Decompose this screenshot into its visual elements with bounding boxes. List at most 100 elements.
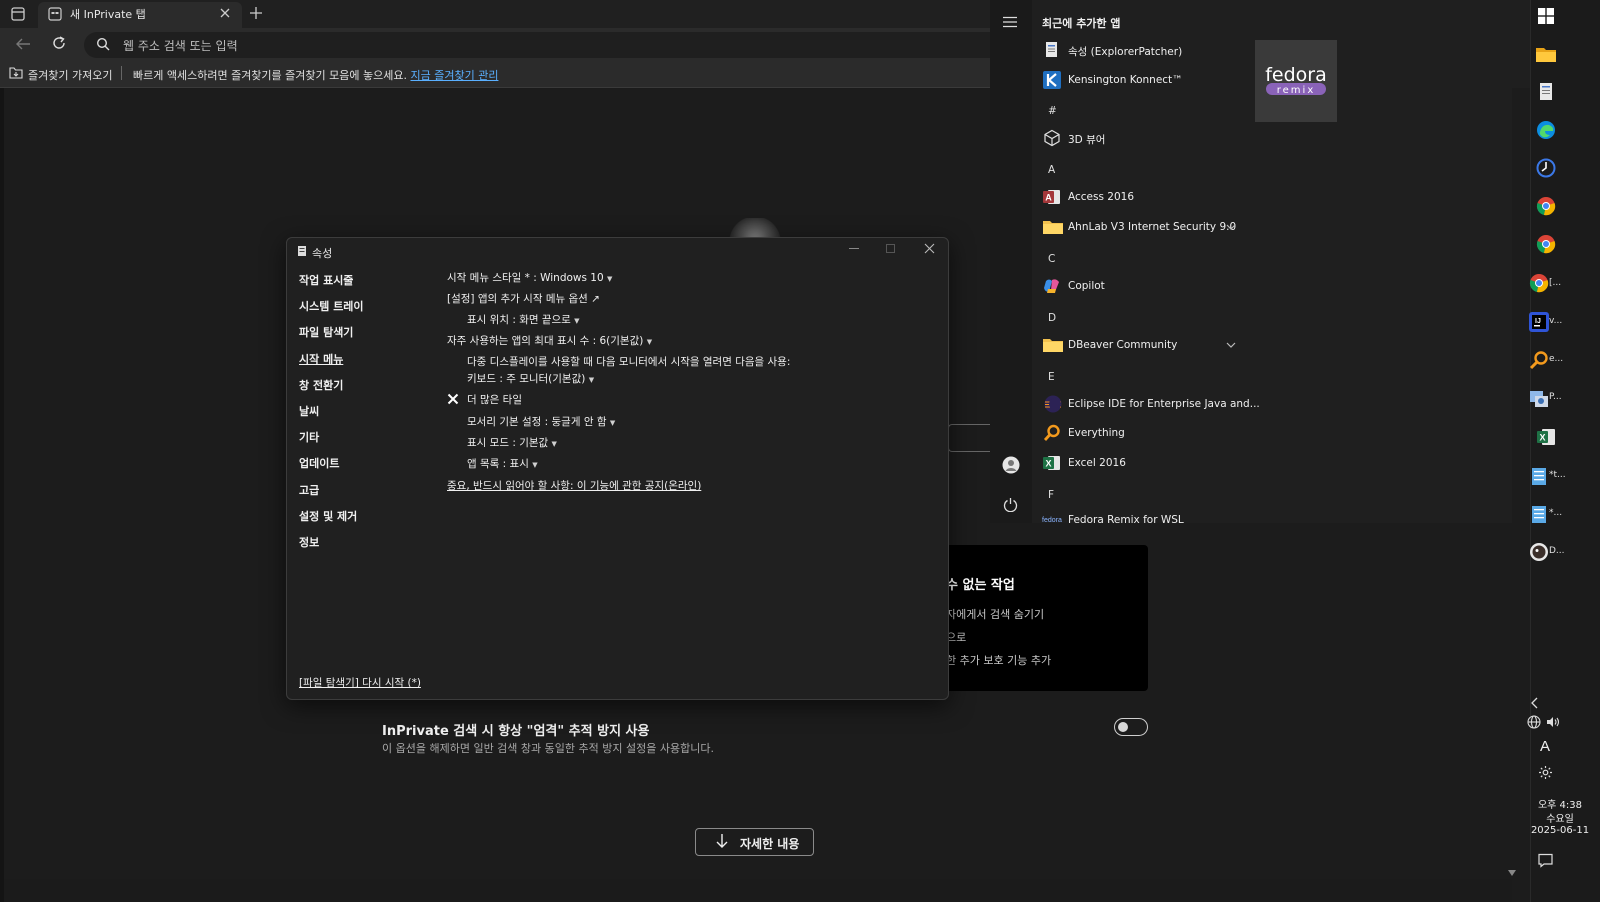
search-icon	[96, 37, 110, 51]
manage-favorites-link[interactable]: 지금 즐겨찾기 관리	[410, 69, 498, 82]
display-mode-text: 표시 모드 : 기본값	[467, 437, 549, 449]
nav-system-tray[interactable]: 시스템 트레이	[299, 298, 364, 314]
taskbar-label: D...	[1549, 546, 1565, 556]
process-explorer-icon[interactable]	[1529, 388, 1549, 408]
chevron-down-icon[interactable]	[1226, 223, 1236, 231]
max-frequent-option[interactable]: 자주 사용하는 앱의 최대 표시 수 : 6(기본값) ▼	[447, 333, 652, 348]
nav-advanced[interactable]: 고급	[299, 482, 319, 498]
chrome-icon[interactable]	[1536, 234, 1556, 254]
section-letter[interactable]: D	[1048, 312, 1056, 324]
app-excel-2016[interactable]: Excel 2016	[1068, 457, 1126, 469]
position-text: 표시 위치 : 화면 끝으로	[467, 314, 571, 326]
dbeaver-icon[interactable]	[1529, 542, 1549, 562]
multi-monitor-label: 다중 디스플레이를 사용할 때 다음 모니터에서 시작을 열려면 다음을 사용:	[467, 356, 791, 368]
taskbar-label: *t...	[1549, 470, 1566, 480]
clock-day[interactable]: 수요일	[1520, 810, 1600, 825]
search-box-partial[interactable]	[948, 424, 990, 452]
more-tiles-option[interactable]: 더 많은 타일	[467, 392, 522, 407]
notification-icon[interactable]	[1538, 853, 1553, 868]
close-icon[interactable]	[924, 243, 935, 254]
scroll-down-icon[interactable]	[1507, 869, 1517, 877]
import-favorites-button[interactable]: 즐겨찾기 가져오기	[28, 67, 112, 83]
app-fedora-label: Fedora Remix for WSL	[1068, 514, 1184, 523]
intellij-icon[interactable]: IJ	[1529, 312, 1549, 332]
app-eclipse[interactable]: Eclipse IDE for Enterprise Java and...	[1068, 398, 1260, 410]
start-menu-rail	[990, 0, 1032, 523]
start-menu-style-option[interactable]: 시작 메뉴 스타일 * : Windows 10 ▼	[447, 270, 612, 285]
section-letter[interactable]: A	[1048, 164, 1055, 176]
section-letter[interactable]: #	[1048, 105, 1057, 117]
power-icon[interactable]	[1003, 497, 1018, 512]
folder-icon	[1043, 336, 1063, 354]
info-card-line: 자에게서 검색 숨기기	[946, 608, 1045, 621]
dropdown-caret-icon: ▼	[588, 376, 595, 384]
minimize-icon[interactable]	[849, 248, 859, 249]
nav-window-switcher[interactable]: 창 전환기	[299, 377, 343, 393]
settings-app-link[interactable]: [설정] 앱의 추가 시작 메뉴 옵션 ↗	[447, 291, 600, 306]
nav-other[interactable]: 기타	[299, 429, 319, 445]
file-explorer-icon[interactable]	[1536, 44, 1556, 64]
excel-icon[interactable]: X	[1536, 427, 1556, 447]
refresh-icon[interactable]	[51, 35, 67, 51]
display-mode-option[interactable]: 표시 모드 : 기본값 ▼	[467, 435, 557, 450]
app-3d-viewer[interactable]: 3D 뷰어	[1068, 132, 1105, 147]
app-kensington[interactable]: Kensington Konnect™	[1068, 74, 1183, 86]
chrome-icon[interactable]	[1529, 273, 1549, 293]
new-tab-icon[interactable]	[249, 6, 263, 20]
page-scrollbar[interactable]	[1512, 88, 1530, 902]
chevron-left-icon[interactable]	[1530, 697, 1540, 709]
checkmark-x-icon[interactable]	[447, 393, 459, 405]
clock-time[interactable]: 오후 4:38	[1520, 796, 1600, 811]
app-dbeaver-folder[interactable]: DBeaver Community	[1068, 339, 1177, 351]
section-letter[interactable]: F	[1048, 489, 1054, 501]
edge-icon[interactable]	[1536, 120, 1556, 140]
windows-start-icon[interactable]	[1538, 8, 1558, 28]
app-fedora-row[interactable]: fedora Fedora Remix for WSL	[1041, 511, 1533, 523]
nav-uninstall[interactable]: 설정 및 제거	[299, 508, 357, 524]
dropdown-caret-icon: ▼	[551, 440, 557, 448]
magnifier-icon[interactable]	[1529, 350, 1549, 370]
hamburger-icon[interactable]	[1003, 16, 1017, 28]
settings-gear-icon[interactable]	[1538, 765, 1553, 780]
properties-icon	[1043, 41, 1061, 59]
nav-updates[interactable]: 업데이트	[299, 455, 339, 471]
notepad-icon[interactable]	[1529, 504, 1549, 524]
app-copilot[interactable]: Copilot	[1068, 280, 1105, 292]
app-properties[interactable]: 속성 (ExplorerPatcher)	[1068, 44, 1182, 59]
app-list-option[interactable]: 앱 목록 : 표시 ▼	[467, 456, 538, 471]
back-icon[interactable]	[14, 36, 32, 52]
section-letter[interactable]: E	[1048, 371, 1055, 383]
clock-app-icon[interactable]	[1536, 158, 1556, 178]
strict-tracking-title: InPrivate 검색 시 항상 "엄격" 추적 방지 사용	[382, 724, 650, 739]
nav-file-explorer[interactable]: 파일 탐색기	[299, 324, 353, 340]
notepad-icon[interactable]	[1529, 466, 1549, 486]
restart-explorer-link[interactable]: [파일 탐색기] 다시 시작 (*)	[299, 675, 421, 690]
volume-icon[interactable]	[1546, 715, 1560, 729]
user-avatar-icon[interactable]	[1002, 456, 1020, 474]
corner-option[interactable]: 모서리 기본 설정 : 둥글게 안 함 ▼	[467, 414, 615, 429]
nav-taskbar[interactable]: 작업 표시줄	[299, 272, 353, 288]
chevron-down-icon[interactable]	[1226, 341, 1236, 349]
close-tab-icon[interactable]	[219, 7, 231, 19]
nav-start-menu[interactable]: 시작 메뉴	[299, 351, 343, 367]
clock-date[interactable]: 2025-06-11	[1520, 825, 1600, 836]
position-option[interactable]: 표시 위치 : 화면 끝으로 ▼	[467, 312, 580, 327]
globe-icon[interactable]	[1527, 715, 1541, 729]
properties-icon[interactable]	[1536, 82, 1556, 102]
chrome-icon[interactable]	[1536, 196, 1556, 216]
keyboard-option[interactable]: 키보드 : 주 모니터(기본값) ▼	[467, 371, 594, 386]
tab-actions-icon[interactable]	[10, 6, 26, 22]
svg-text:A: A	[1045, 193, 1052, 203]
section-letter[interactable]: C	[1048, 253, 1055, 265]
app-everything[interactable]: Everything	[1068, 427, 1125, 439]
svg-text:IJ: IJ	[1535, 318, 1541, 325]
address-placeholder[interactable]: 웹 주소 검색 또는 입력	[123, 37, 238, 54]
notice-link[interactable]: 중요, 반드시 읽어야 할 사항: 이 기능에 관한 공지(온라인)	[447, 478, 701, 493]
app-ahnlab-folder[interactable]: AhnLab V3 Internet Security 9.0	[1068, 221, 1236, 233]
app-access-2016[interactable]: Access 2016	[1068, 191, 1134, 203]
excel-icon: X	[1043, 454, 1061, 472]
nav-weather[interactable]: 날씨	[299, 403, 319, 419]
nav-about[interactable]: 정보	[299, 534, 319, 550]
taskbar-label: v...	[1549, 316, 1563, 326]
ime-indicator[interactable]: A	[1540, 738, 1550, 755]
